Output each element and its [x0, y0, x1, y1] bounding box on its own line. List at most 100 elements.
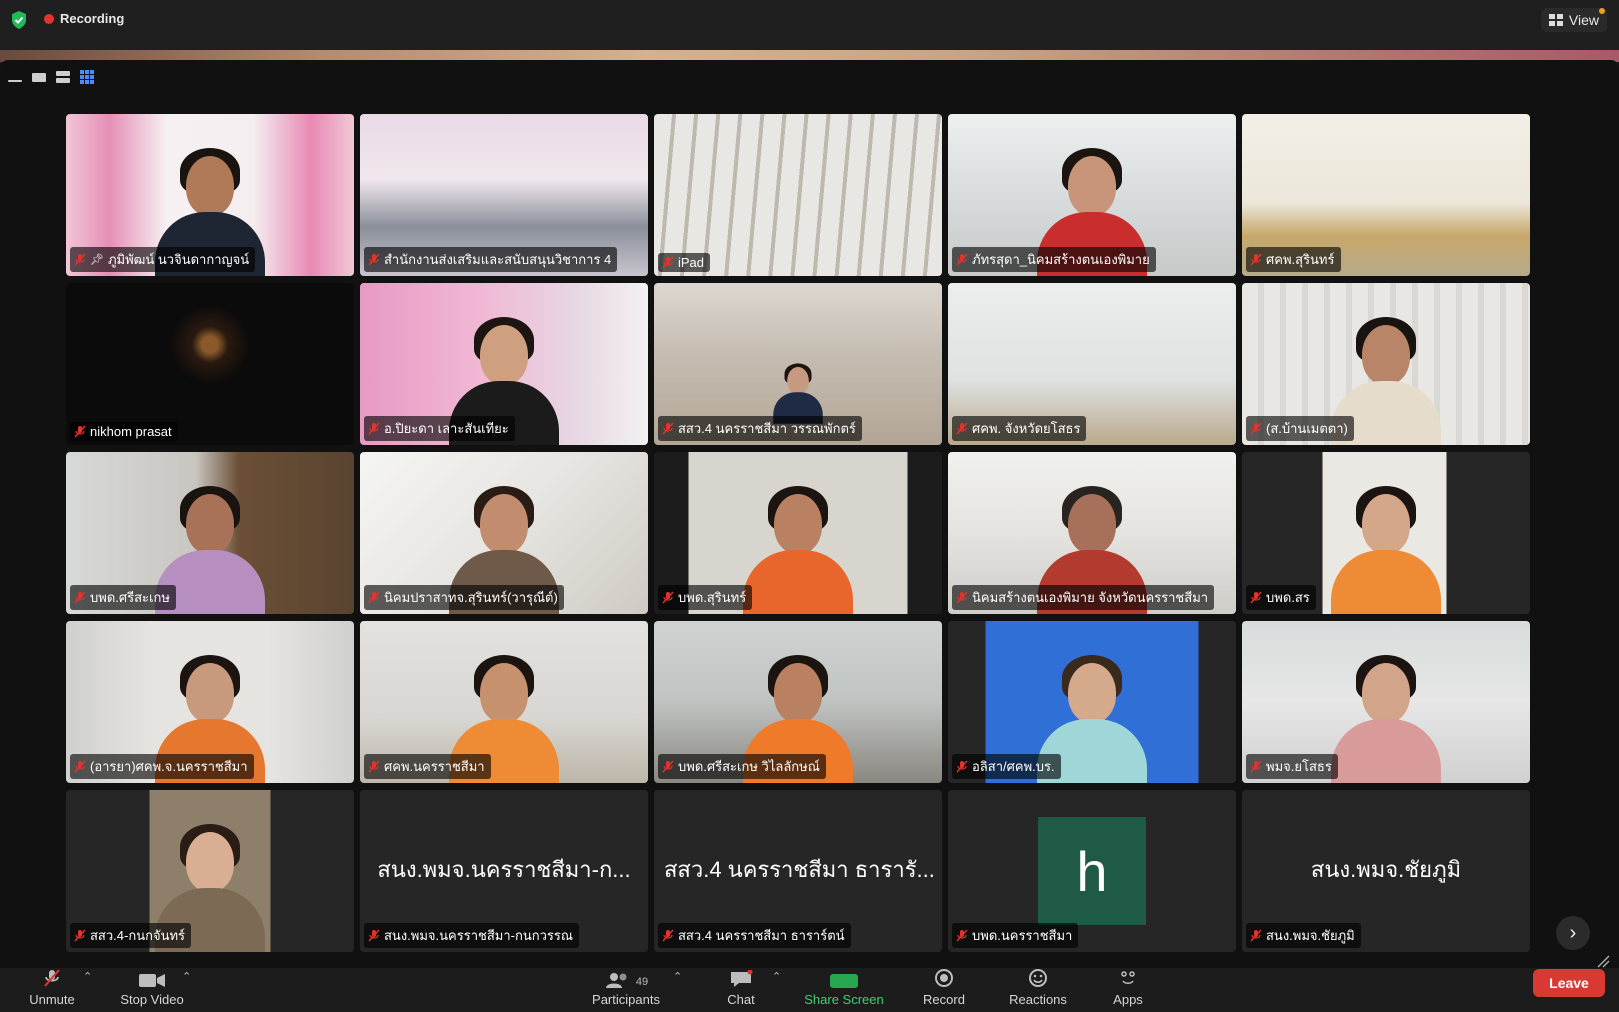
participant-tile[interactable]: สำนักงานส่งเสริมและสนับสนุนวิชาการ 4: [360, 114, 648, 276]
participant-figure: [773, 363, 823, 424]
participant-tile[interactable]: ศคพ.นครราชสีมา: [360, 621, 648, 783]
apps-button[interactable]: Apps: [1108, 968, 1148, 1012]
audio-options-caret-icon[interactable]: ⌃: [83, 970, 92, 983]
participant-tile[interactable]: (อารยา)ศคพ.จ.นครราชสีมา: [66, 621, 354, 783]
gallery-view-icon[interactable]: [80, 70, 94, 84]
participant-name-label: ศคพ.นครราชสีมา: [364, 754, 491, 779]
participant-tile[interactable]: h บพด.นครราชสีมา: [948, 790, 1236, 952]
muted-mic-icon: [662, 929, 674, 942]
chevron-right-icon: ›: [1569, 921, 1577, 944]
muted-mic-icon: [74, 929, 86, 942]
layout-switcher: [8, 70, 94, 84]
participant-name: อ.ปิยะดา เลาะสันเทียะ: [384, 421, 509, 436]
participant-name-label: บพด.สร: [1246, 585, 1316, 610]
view-label: View: [1568, 12, 1599, 28]
participant-name: นิคมปราสาทจ.สุรินทร์(วารุณีต์): [384, 590, 558, 605]
participant-tile[interactable]: สสว.4-กนกจันทร์: [66, 790, 354, 952]
view-button[interactable]: View: [1540, 8, 1607, 32]
participant-tile[interactable]: ศคพ.สุรินทร์: [1242, 114, 1530, 276]
participant-name-label: สสว.4 นครราชสีมา ธาราร์ตน์: [658, 923, 851, 948]
reactions-label: Reactions: [1009, 992, 1067, 1007]
notification-dot: [1599, 8, 1605, 14]
recording-indicator[interactable]: Recording: [44, 11, 124, 26]
single-layout-icon[interactable]: [32, 71, 46, 83]
participant-name: (ส.บ้านเมตตา): [1266, 421, 1348, 436]
security-shield-icon[interactable]: [10, 10, 28, 30]
unmute-label: Unmute: [29, 992, 75, 1007]
participant-name-label: (อารยา)ศคพ.จ.นครราชสีมา: [70, 754, 254, 779]
gallery-grid: 📌︎ ภูมิพัฒน์ นวจินดากาญจน์ สำนักงานส่งเสริ…: [66, 114, 1530, 952]
chat-button[interactable]: Chat: [715, 968, 767, 1012]
record-label: Record: [923, 992, 965, 1007]
muted-mic-icon: [368, 929, 380, 942]
leave-button[interactable]: Leave: [1533, 969, 1605, 997]
participant-name-label: บพด.สุรินทร์: [658, 585, 753, 610]
participants-count: 49: [635, 976, 649, 988]
apps-icon: [1121, 971, 1135, 984]
reactions-button[interactable]: Reactions: [1004, 968, 1072, 1012]
participant-tile[interactable]: นิคมสร้างตนเองพิมาย จังหวัดนครราชสีมา: [948, 452, 1236, 614]
stop-video-button[interactable]: Stop Video: [112, 968, 192, 1012]
muted-mic-icon: [662, 256, 674, 269]
chat-options-caret-icon[interactable]: ⌃: [772, 970, 781, 983]
muted-mic-icon: [1250, 253, 1262, 266]
share-screen-button[interactable]: Share Screen: [800, 968, 888, 1012]
participant-tile[interactable]: ศคพ. จังหวัดยโสธร: [948, 283, 1236, 445]
unmute-button[interactable]: Unmute: [22, 968, 82, 1012]
muted-mic-icon: [662, 422, 674, 435]
participant-name-label: บพด.ศรีสะเกษ: [70, 585, 176, 610]
participant-tile[interactable]: สนง.พมจ.ชัยภูมิ สนง.พมจ.ชัยภูมิ: [1242, 790, 1530, 952]
record-button[interactable]: Record: [918, 968, 970, 1012]
participant-tile[interactable]: บพด.ศรีสะเกษ: [66, 452, 354, 614]
split-layout-icon[interactable]: [56, 71, 70, 83]
participant-tile[interactable]: บพด.ศรีสะเกษ วิไลลักษณ์: [654, 621, 942, 783]
meeting-toolbar: Unmute ⌃ Stop Video ⌃ 49 Participants ⌃ …: [0, 968, 1619, 1012]
participant-tile[interactable]: บพด.สร: [1242, 452, 1530, 614]
recording-dot-icon: [44, 13, 54, 24]
participant-name: สำนักงานส่งเสริมและสนับสนุนวิชาการ 4: [384, 252, 612, 267]
record-icon: [935, 969, 953, 987]
muted-mic-icon: [74, 760, 86, 773]
participants-options-caret-icon[interactable]: ⌃: [673, 970, 682, 983]
participant-name-label: บพด.นครราชสีมา: [952, 923, 1079, 948]
muted-mic-icon: [74, 591, 86, 604]
muted-mic-icon: [368, 591, 380, 604]
muted-mic-icon: [662, 760, 674, 773]
next-page-button[interactable]: ›: [1556, 916, 1590, 950]
video-feed: [654, 114, 942, 276]
participant-name: สนง.พมจ.นครราชสีมา-กนกวรรณ: [384, 928, 573, 943]
video-options-caret-icon[interactable]: ⌃: [182, 970, 191, 983]
muted-mic-icon: [956, 253, 968, 266]
participants-button[interactable]: 49 Participants: [582, 968, 670, 1012]
participant-tile[interactable]: อ.ปิยะดา เลาะสันเทียะ: [360, 283, 648, 445]
participant-name-label: สนง.พมจ.ชัยภูมิ: [1246, 923, 1361, 948]
muted-mic-icon: [1250, 929, 1262, 942]
participant-tile[interactable]: สสว.4 นครราชสีมา ธารารั... สสว.4 นครราชสี…: [654, 790, 942, 952]
muted-mic-icon: [368, 253, 380, 266]
participant-name-label: อ.ปิยะดา เลาะสันเทียะ: [364, 416, 515, 441]
muted-mic-icon: [956, 422, 968, 435]
minimize-layout-icon[interactable]: [8, 71, 22, 83]
muted-mic-icon: [956, 929, 968, 942]
participant-name: ภัทรสุดา_นิคมสร้างตนเองพิมาย: [972, 252, 1150, 267]
participant-tile[interactable]: สสว.4 นครราชสีมา วรรณพักตร์: [654, 283, 942, 445]
participant-tile[interactable]: สนง.พมจ.นครราชสีมา-ก... สนง.พมจ.นครราชสีม…: [360, 790, 648, 952]
participant-name: iPad: [678, 255, 705, 270]
apps-label: Apps: [1113, 992, 1143, 1007]
participant-tile[interactable]: พมจ.ยโสธร: [1242, 621, 1530, 783]
participant-tile[interactable]: นิคมปราสาทจ.สุรินทร์(วารุณีต์): [360, 452, 648, 614]
participant-tile[interactable]: (ส.บ้านเมตตา): [1242, 283, 1530, 445]
participant-tile[interactable]: บพด.สุรินทร์: [654, 452, 942, 614]
participant-tile[interactable]: 📌︎ ภูมิพัฒน์ นวจินดากาญจน์: [66, 114, 354, 276]
participant-tile[interactable]: ภัทรสุดา_นิคมสร้างตนเองพิมาย: [948, 114, 1236, 276]
participant-name: ศคพ. จังหวัดยโสธร: [972, 421, 1081, 436]
participant-tile[interactable]: nikhom prasat: [66, 283, 354, 445]
muted-mic-icon: [74, 425, 86, 438]
participant-name-label: ศคพ. จังหวัดยโสธร: [952, 416, 1087, 441]
participant-display-name: สสว.4 นครราชสีมา ธารารั...: [664, 857, 935, 882]
muted-mic-icon: [956, 760, 968, 773]
participant-tile[interactable]: อลิสา/ศคพ.บร.: [948, 621, 1236, 783]
grid-view-icon: [1548, 14, 1563, 26]
resize-handle-icon[interactable]: [1596, 954, 1610, 968]
participant-tile[interactable]: iPad: [654, 114, 942, 276]
